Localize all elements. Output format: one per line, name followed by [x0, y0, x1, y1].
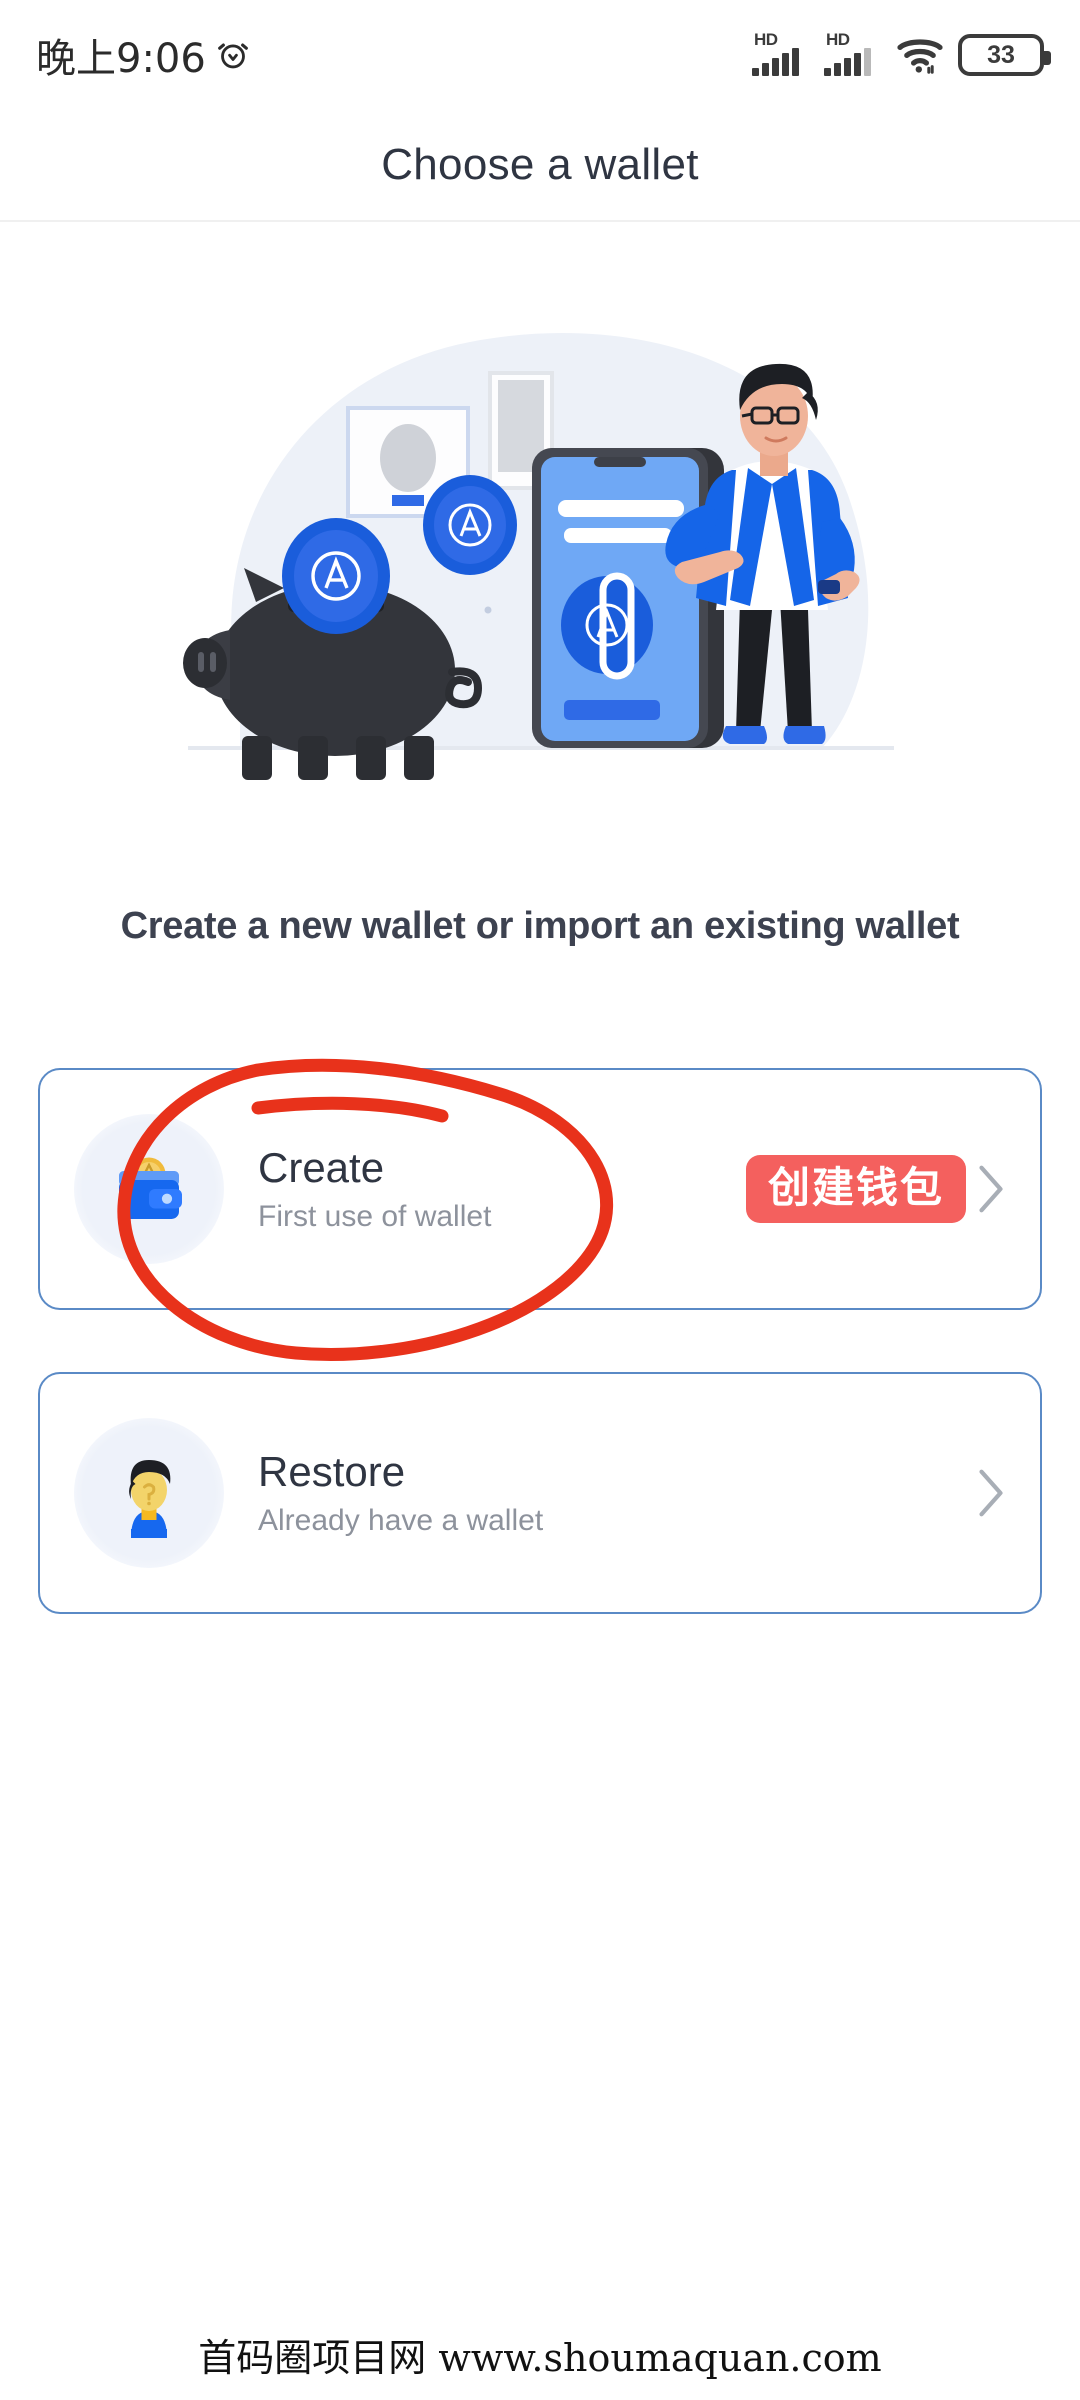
option-card-restore-text: Restore Already have a wallet — [258, 1448, 976, 1538]
user-avatar-icon — [74, 1418, 224, 1568]
wallet-onboarding-illustration — [183, 333, 894, 780]
chevron-right-icon — [976, 1163, 1006, 1215]
status-bar-left: 晚上9:06 — [36, 26, 250, 84]
option-title: Restore — [258, 1447, 406, 1495]
option-card-restore[interactable]: Restore Already have a wallet — [38, 1372, 1042, 1614]
create-wallet-badge[interactable]: 创建钱包 — [745, 1155, 966, 1223]
signal-bars-sim1 — [752, 48, 799, 76]
status-bar: 晚上9:06 HD HD 33 — [0, 0, 1080, 110]
battery-icon: 33 — [958, 34, 1051, 76]
status-bar-right: HD HD 33 — [752, 30, 1051, 76]
signal-bars-sim2 — [824, 48, 871, 76]
app-header: Choose a wallet — [0, 110, 1080, 222]
hd-label-sim1: HD — [754, 30, 778, 49]
page-title: Choose a wallet — [381, 140, 699, 189]
floating-coin — [423, 475, 517, 575]
option-subtitle: First use of wallet — [258, 1200, 492, 1234]
page-subtitle: Create a new wallet or import an existin… — [120, 905, 960, 947]
phone-screen: 晚上9:06 HD HD 33 Choose a wallet Create a… — [0, 0, 1080, 2400]
signal-icon-sim2: HD — [824, 30, 882, 76]
option-title: Create — [258, 1143, 385, 1191]
option-card-create-text: Create First use of wallet — [258, 1144, 746, 1234]
coin-in-slot — [282, 518, 390, 634]
option-card-create[interactable]: Create First use of wallet 创建钱包 — [38, 1068, 1042, 1310]
status-time: 晚上9:06 — [36, 36, 206, 82]
wifi-icon — [897, 39, 943, 74]
wallet-icon — [74, 1114, 224, 1264]
hd-label-sim2: HD — [826, 30, 850, 49]
phone-mockup — [532, 448, 724, 748]
wallet-options-list: Create First use of wallet 创建钱包 Restore … — [38, 1068, 1042, 1614]
chevron-right-icon — [976, 1467, 1006, 1519]
illustration-container — [0, 260, 1080, 880]
battery-level: 33 — [987, 40, 1015, 69]
option-subtitle: Already have a wallet — [258, 1504, 544, 1538]
signal-icon-sim1: HD — [752, 30, 810, 76]
alarm-clock-icon — [217, 43, 248, 69]
site-watermark: 首码圈项目网 www.shoumaquan.com — [198, 2336, 882, 2380]
